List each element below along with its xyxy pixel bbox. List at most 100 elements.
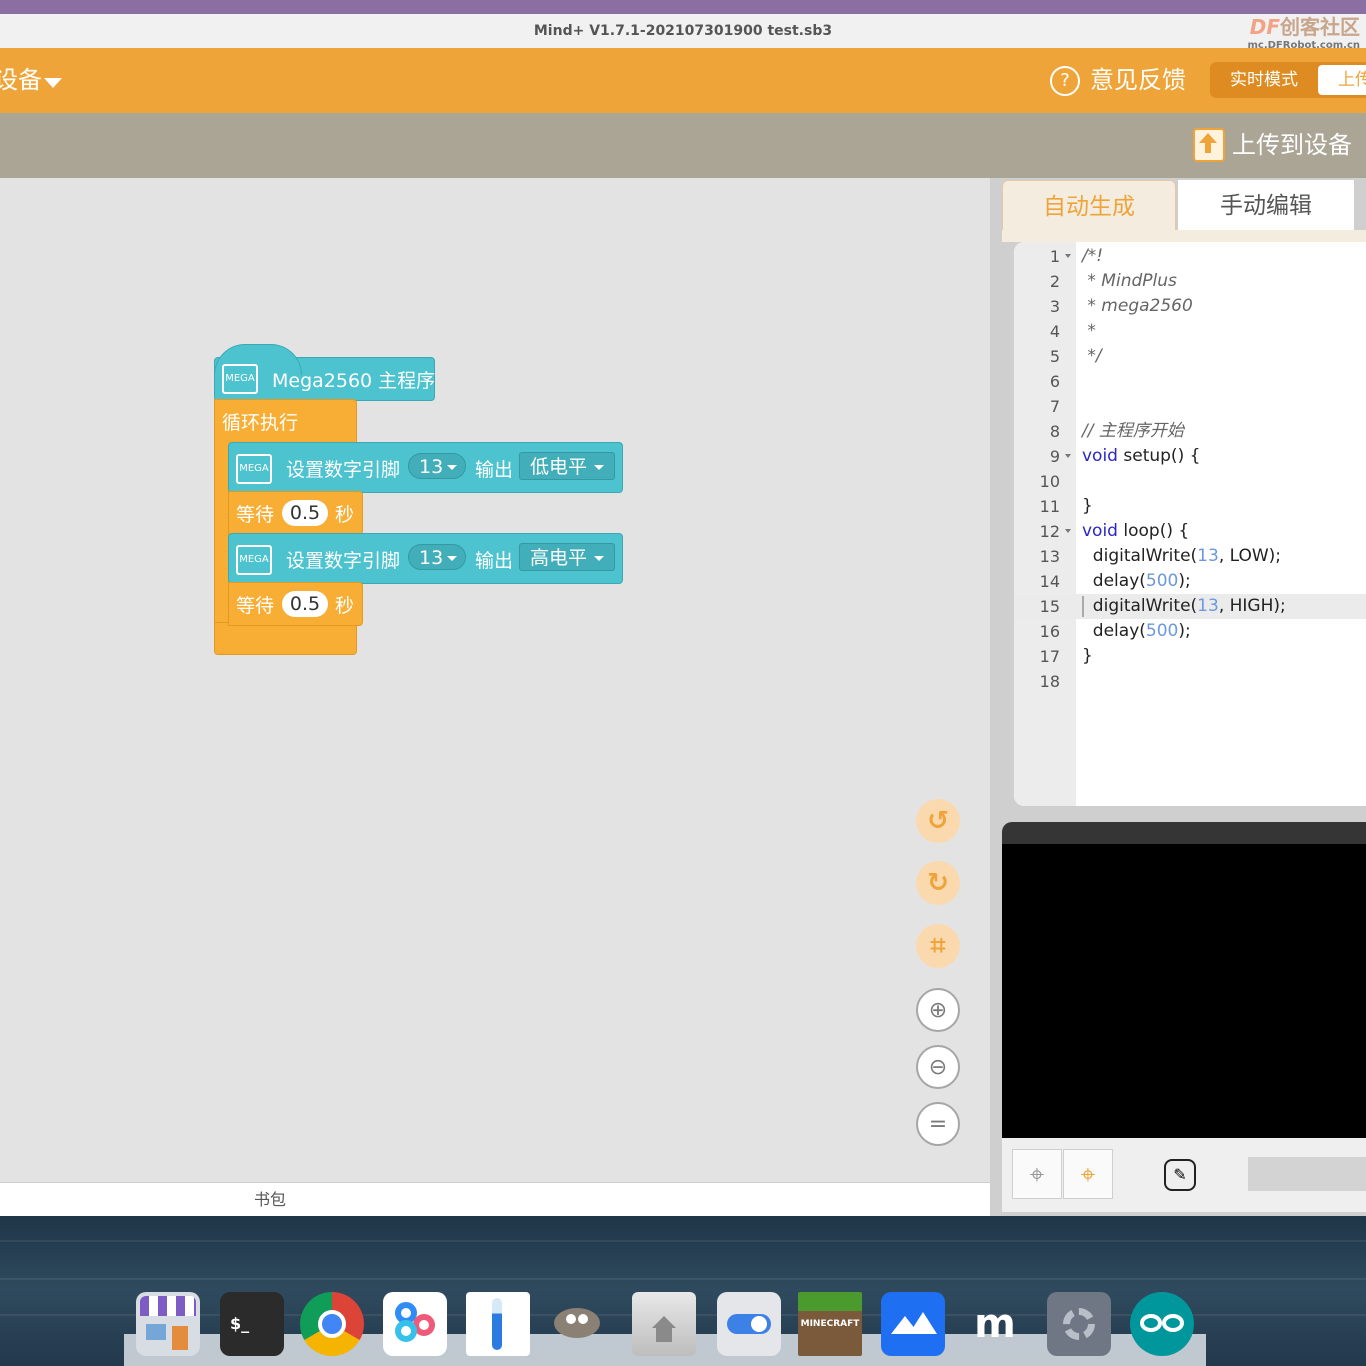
mega-board-icon: MEGA bbox=[222, 364, 258, 394]
question-icon[interactable]: ? bbox=[1050, 66, 1080, 96]
mega-board-icon: MEGA bbox=[236, 545, 272, 575]
line-number: 16 bbox=[1039, 622, 1060, 641]
loop-label: 循环执行 bbox=[222, 412, 299, 434]
arduino-loop-right bbox=[1162, 1314, 1184, 1332]
store-door bbox=[172, 1326, 188, 1350]
realtime-mode-tab[interactable]: 实时模式 bbox=[1210, 62, 1318, 98]
code-line-17: } bbox=[1082, 646, 1093, 666]
zoom-in-icon[interactable]: ⊕ bbox=[916, 988, 960, 1032]
tab-manual-edit[interactable]: 手动编辑 bbox=[1178, 180, 1354, 230]
pin-dropdown-value: 13 bbox=[419, 547, 444, 569]
upload-arrow-stem bbox=[1205, 143, 1211, 153]
settings-toggle-icon[interactable] bbox=[717, 1292, 781, 1356]
code-args: , LOW); bbox=[1218, 546, 1282, 566]
zoom-out-icon[interactable]: ⊖ bbox=[916, 1045, 960, 1089]
code-number: 500 bbox=[1145, 621, 1179, 641]
line-number: 11 bbox=[1039, 497, 1060, 516]
upload-mode-tab[interactable]: 上传 bbox=[1318, 65, 1366, 95]
crop-icon[interactable]: ⌗ bbox=[916, 924, 960, 968]
usb-icon[interactable]: ⌖ bbox=[1012, 1149, 1062, 1199]
line-number: 6 bbox=[1049, 372, 1060, 391]
scroll-lock-icon[interactable]: ✎ bbox=[1164, 1159, 1196, 1191]
arduino-loop-left bbox=[1140, 1314, 1162, 1332]
backpack-bar[interactable]: 书包 bbox=[0, 1182, 990, 1217]
house-roof bbox=[652, 1316, 676, 1328]
wood-plank bbox=[0, 1240, 1366, 1242]
wait-seconds-input[interactable]: 0.5 bbox=[282, 591, 328, 617]
backpack-label: 书包 bbox=[253, 1190, 286, 1209]
code-editor[interactable]: 1 2 3 4 5 6 7 8 9 10 11 12 13 14 15 16 1… bbox=[1014, 242, 1366, 806]
line-number: 17 bbox=[1039, 647, 1060, 666]
zoom-reset-icon[interactable]: = bbox=[916, 1102, 960, 1146]
mu-editor-icon[interactable]: m bbox=[963, 1292, 1027, 1356]
system-settings-icon[interactable] bbox=[1047, 1292, 1111, 1356]
terminal-icon[interactable]: $_ bbox=[220, 1292, 284, 1356]
seconds-label: 秒 bbox=[335, 504, 355, 526]
gear-icon bbox=[1063, 1308, 1095, 1340]
gimp-eye bbox=[566, 1314, 576, 1324]
mode-switch[interactable]: 实时模式 上传 bbox=[1210, 62, 1366, 98]
thermometer-icon[interactable] bbox=[466, 1292, 530, 1356]
line-number: 1 bbox=[1049, 247, 1060, 266]
pin-dropdown[interactable]: 13 bbox=[408, 544, 466, 570]
line-number: 13 bbox=[1039, 547, 1060, 566]
gimp-head bbox=[554, 1308, 600, 1338]
line-number: 10 bbox=[1039, 472, 1060, 491]
code-args: ); bbox=[1178, 571, 1191, 591]
fold-arrow-icon[interactable] bbox=[1065, 454, 1071, 458]
chevron-down-icon bbox=[594, 465, 604, 470]
cloud-ring-cyan bbox=[395, 1320, 417, 1342]
level-dropdown-value: 低电平 bbox=[530, 456, 588, 478]
arduino-icon[interactable] bbox=[1130, 1292, 1194, 1356]
gimp-icon[interactable] bbox=[548, 1292, 612, 1356]
tab-auto-generate[interactable]: 自动生成 bbox=[1002, 180, 1176, 230]
loop-signature: loop() { bbox=[1117, 521, 1190, 541]
wait-label: 等待 bbox=[236, 595, 275, 617]
output-label: 输出 bbox=[475, 550, 514, 572]
gimp-eye bbox=[578, 1314, 588, 1324]
minecraft-icon[interactable]: MINECRAFT bbox=[798, 1292, 862, 1356]
store-awning bbox=[140, 1296, 196, 1316]
code-fn: digitalWrite( bbox=[1082, 596, 1198, 616]
seconds-label: 秒 bbox=[335, 595, 355, 617]
usb-disconnect-icon[interactable]: ⌖ bbox=[1063, 1149, 1113, 1199]
software-store-icon[interactable] bbox=[136, 1292, 200, 1356]
upload-to-device-button[interactable]: 上传到设备 bbox=[1232, 113, 1352, 178]
logo-prefix: DF bbox=[1249, 15, 1280, 39]
fold-arrow-icon[interactable] bbox=[1065, 529, 1071, 533]
redo-icon[interactable]: ↻ bbox=[916, 861, 960, 905]
chrome-icon[interactable] bbox=[300, 1292, 364, 1356]
lark-icon[interactable] bbox=[881, 1292, 945, 1356]
home-folder-icon[interactable] bbox=[632, 1292, 696, 1356]
code-line-15: digitalWrite(13, HIGH); bbox=[1082, 594, 1286, 619]
undo-icon[interactable]: ↺ bbox=[916, 799, 960, 843]
code-args: , HIGH); bbox=[1218, 596, 1286, 616]
line-number: 7 bbox=[1049, 397, 1060, 416]
fold-arrow-icon[interactable] bbox=[1065, 254, 1071, 258]
tab-underline bbox=[1002, 230, 1366, 242]
store-window bbox=[146, 1324, 166, 1340]
chevron-down-icon bbox=[447, 556, 457, 561]
chevron-down-icon bbox=[447, 465, 457, 470]
wood-plank bbox=[0, 1278, 1366, 1280]
code-args: ); bbox=[1178, 621, 1191, 641]
upload-arrow-icon bbox=[1199, 133, 1217, 143]
chevron-down-icon[interactable] bbox=[44, 78, 62, 88]
serial-monitor-output[interactable] bbox=[1002, 844, 1366, 1138]
device-menu[interactable]: 设备 bbox=[0, 48, 42, 113]
setup-signature: setup() { bbox=[1117, 446, 1201, 466]
baidu-netdisk-icon[interactable] bbox=[383, 1292, 447, 1356]
pin-dropdown[interactable]: 13 bbox=[408, 453, 466, 479]
pin-dropdown-value: 13 bbox=[419, 456, 444, 478]
code-number: 13 bbox=[1197, 596, 1219, 616]
mega-board-icon: MEGA bbox=[236, 454, 272, 484]
logo-text: 创客社区 bbox=[1280, 15, 1360, 39]
house-base bbox=[656, 1328, 672, 1342]
set-pin-label: 设置数字引脚 bbox=[286, 550, 401, 572]
serial-input-field[interactable] bbox=[1248, 1157, 1366, 1191]
feedback-button[interactable]: 意见反馈 bbox=[1090, 48, 1186, 113]
block-workspace[interactable] bbox=[0, 178, 996, 1182]
code-line-4: * bbox=[1082, 321, 1096, 341]
wait-seconds-input[interactable]: 0.5 bbox=[282, 500, 328, 526]
line-number: 12 bbox=[1039, 522, 1060, 541]
